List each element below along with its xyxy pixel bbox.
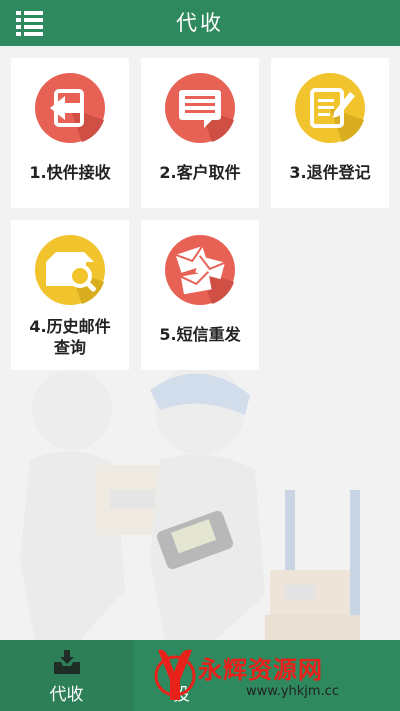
inbox-download-icon xyxy=(54,650,80,674)
arrow-left-icon xyxy=(35,73,105,143)
tab-label: 投 xyxy=(173,685,190,705)
tile-return-register[interactable]: 3.退件登记 xyxy=(271,58,389,208)
tile-sms-resend[interactable]: 5.短信重发 xyxy=(141,220,259,370)
list-menu-icon[interactable] xyxy=(16,10,50,36)
tile-label: 5.短信重发 xyxy=(159,325,241,344)
envelopes-icon xyxy=(165,235,235,305)
tile-history-query[interactable]: 4.历史邮件 查询 xyxy=(11,220,129,370)
tile-label: 2.客户取件 xyxy=(159,163,241,182)
message-icon xyxy=(165,73,235,143)
delivery-illustration xyxy=(20,365,360,640)
box-search-icon xyxy=(35,235,105,305)
edit-icon xyxy=(295,73,365,143)
bottom-tab-bar: 代收 投 xyxy=(0,640,400,711)
tile-label: 3.退件登记 xyxy=(289,163,371,182)
tab-label: 代收 xyxy=(49,685,84,705)
tab-delivery[interactable]: 投 xyxy=(133,640,267,711)
tab-collect[interactable]: 代收 xyxy=(0,640,133,711)
tile-label: 4.历史邮件 查询 xyxy=(29,317,111,357)
tile-customer-pickup[interactable]: 2.客户取件 xyxy=(141,58,259,208)
tile-package-receive[interactable]: 1.快件接收 xyxy=(11,58,129,208)
app-header: 代收 xyxy=(0,0,400,46)
page-title: 代收 xyxy=(176,11,224,35)
tile-label: 1.快件接收 xyxy=(29,163,111,182)
